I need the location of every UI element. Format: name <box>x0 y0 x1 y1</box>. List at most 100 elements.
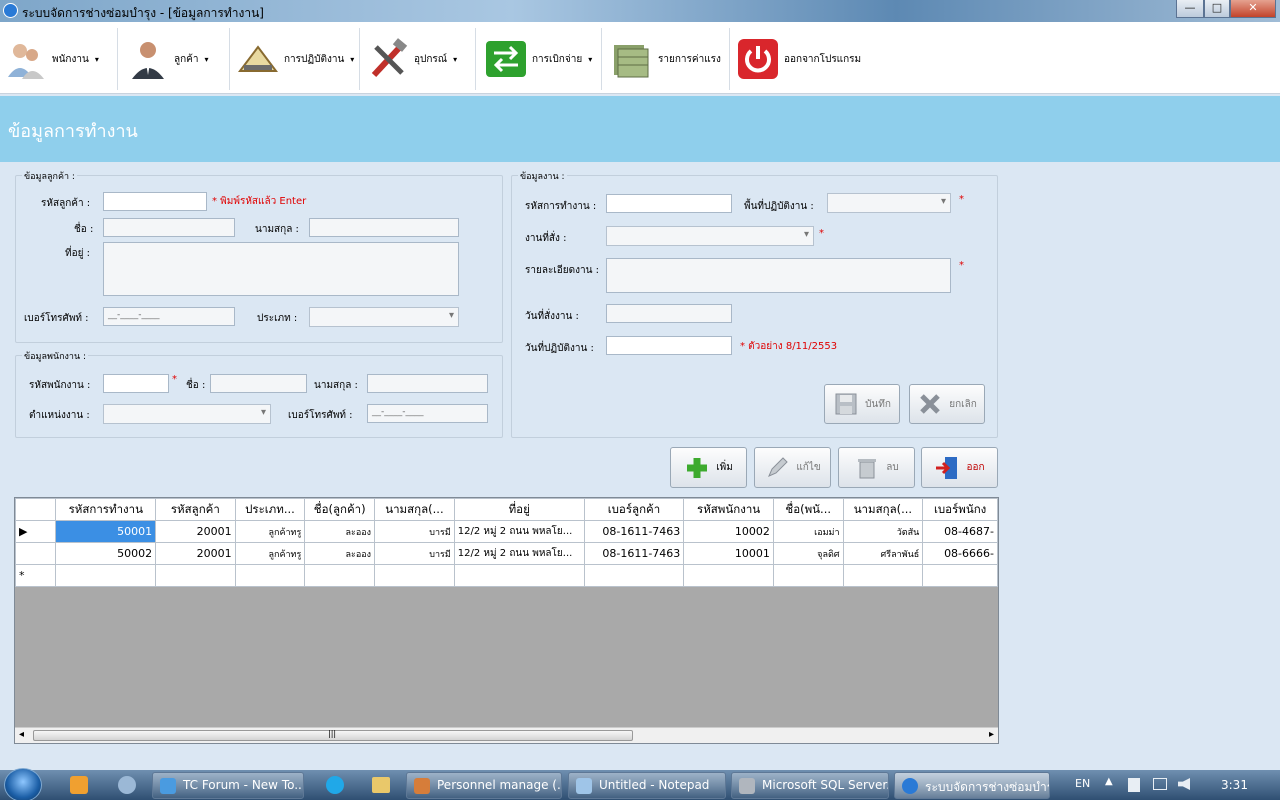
work-area-select[interactable] <box>827 193 951 213</box>
maximize-button[interactable]: □ <box>1204 0 1230 18</box>
table-cell[interactable] <box>304 564 376 587</box>
table-cell[interactable]: 50002 <box>55 542 157 565</box>
action-center-icon[interactable] <box>1128 778 1140 792</box>
taskbar-item-personnel[interactable]: Personnel manage (... <box>406 772 562 799</box>
close-button[interactable]: ✕ <box>1230 0 1276 18</box>
column-header[interactable]: ชื่อ(พนั... <box>772 498 844 521</box>
table-cell[interactable]: 08-1611-7463 <box>583 520 685 543</box>
table-cell[interactable]: บารมี <box>374 520 455 543</box>
column-header[interactable]: เบอร์ลูกค้า <box>583 498 685 521</box>
work-date-input[interactable] <box>606 336 732 355</box>
table-row[interactable]: 50002 20001 ลูกค้าทรู ละออง บารมี 12/2 ห… <box>15 542 998 565</box>
column-header[interactable]: เบอร์พนักง <box>922 498 998 521</box>
menu-customers[interactable]: ลูกค้า ▾ <box>122 28 230 90</box>
save-button[interactable]: บันทึก <box>824 384 900 424</box>
scroll-right-icon[interactable]: ▸ <box>989 729 994 740</box>
table-cell[interactable]: 20001 <box>155 542 236 565</box>
column-header[interactable]: รหัสพนักงาน <box>683 498 774 521</box>
cancel-button[interactable]: ยกเลิก <box>909 384 985 424</box>
table-cell[interactable]: 12/2 หมู่ 2 ถนน พหลโย... <box>453 520 585 543</box>
table-cell[interactable] <box>772 564 844 587</box>
employee-phone-input[interactable]: __-____-____ <box>367 404 488 423</box>
new-row-marker[interactable]: * <box>15 564 57 587</box>
customer-phone-input[interactable]: __-____-____ <box>103 307 235 326</box>
table-cell[interactable]: วัตสัน <box>842 520 924 543</box>
customer-type-select[interactable] <box>309 307 459 327</box>
table-cell[interactable] <box>374 564 455 587</box>
language-indicator[interactable]: EN <box>1075 777 1090 790</box>
table-cell[interactable]: ศรีลาพันธ์ <box>842 542 924 565</box>
scrollbar-thumb[interactable]: ||| <box>33 729 633 741</box>
table-cell[interactable]: 50001 <box>55 520 157 543</box>
horizontal-scrollbar[interactable]: ◂ ||| ▸ <box>15 727 998 743</box>
table-cell[interactable]: 08-6666- <box>922 542 998 565</box>
table-cell[interactable]: เอมม่า <box>772 520 844 543</box>
menu-disbursement[interactable]: การเบิกจ่าย ▾ <box>480 28 602 90</box>
customer-surname-input[interactable] <box>309 218 459 237</box>
exit-button[interactable]: ออก <box>921 447 998 488</box>
table-cell[interactable]: ละออง <box>304 520 376 543</box>
job-type-select[interactable] <box>606 226 814 246</box>
volume-icon[interactable] <box>1178 778 1190 790</box>
tray-chevron-icon[interactable]: ▲ <box>1105 776 1113 787</box>
table-cell[interactable] <box>55 564 157 587</box>
table-cell[interactable]: จุลดิศ <box>772 542 844 565</box>
current-row-marker[interactable]: ▶ <box>15 520 57 543</box>
media-player-icon[interactable] <box>70 776 88 794</box>
employee-id-input[interactable] <box>103 374 169 393</box>
table-cell[interactable]: 08-4687- <box>922 520 998 543</box>
table-cell[interactable] <box>922 564 998 587</box>
folder-icon[interactable] <box>372 777 390 793</box>
clock[interactable]: 3:31 <box>1221 778 1248 792</box>
row-header[interactable] <box>15 542 57 565</box>
users-icon[interactable] <box>118 776 136 794</box>
work-data-grid[interactable]: รหัสการทำงาน รหัสลูกค้า ประเภท... ชื่อ(ล… <box>14 497 999 744</box>
edit-button[interactable]: แก้ไข <box>754 447 831 488</box>
customer-address-input[interactable] <box>103 242 459 296</box>
menu-employees[interactable]: พนักงาน ▾ <box>0 28 118 90</box>
taskbar-item-current-app[interactable]: ระบบจัดการช่างซ่อมบำร... <box>894 772 1050 799</box>
taskbar-item-forum[interactable]: TC Forum - New To... <box>152 772 304 799</box>
new-row[interactable]: * <box>15 564 998 587</box>
menu-operations[interactable]: การปฏิบัติงาน ▾ <box>232 28 360 90</box>
column-header[interactable]: นามสกุล(... <box>374 498 455 521</box>
menu-equipment[interactable]: อุปกรณ์ ▾ <box>362 28 476 90</box>
table-cell[interactable] <box>453 564 585 587</box>
table-cell[interactable]: 10002 <box>683 520 774 543</box>
table-cell[interactable]: ลูกค้าทรู <box>234 542 306 565</box>
column-header[interactable]: รหัสการทำงาน <box>55 498 157 521</box>
employee-position-select[interactable] <box>103 404 271 424</box>
skype-icon[interactable] <box>326 776 344 794</box>
table-cell[interactable]: 20001 <box>155 520 236 543</box>
table-cell[interactable]: 08-1611-7463 <box>583 542 685 565</box>
minimize-button[interactable]: — <box>1176 0 1204 18</box>
job-detail-input[interactable] <box>606 258 951 293</box>
table-cell[interactable]: ลูกค้าทรู <box>234 520 306 543</box>
customer-id-input[interactable] <box>103 192 207 211</box>
table-cell[interactable]: บารมี <box>374 542 455 565</box>
employee-name-input[interactable] <box>210 374 307 393</box>
column-header[interactable]: รหัสลูกค้า <box>155 498 236 521</box>
column-header[interactable]: นามสกุล(... <box>842 498 924 521</box>
column-header[interactable]: ประเภท... <box>234 498 306 521</box>
menu-exit-program[interactable]: ออกจากโปรแกรม <box>732 28 882 90</box>
customer-name-input[interactable] <box>103 218 235 237</box>
table-cell[interactable] <box>683 564 774 587</box>
table-cell[interactable] <box>155 564 236 587</box>
taskbar-item-notepad[interactable]: Untitled - Notepad <box>568 772 726 799</box>
table-cell[interactable] <box>234 564 306 587</box>
scroll-left-icon[interactable]: ◂ <box>19 729 24 740</box>
table-cell[interactable]: 10001 <box>683 542 774 565</box>
table-cell[interactable]: ละออง <box>304 542 376 565</box>
work-id-input[interactable] <box>606 194 732 213</box>
column-header[interactable]: ชื่อ(ลูกค้า) <box>304 498 376 521</box>
delete-button[interactable]: ลบ <box>838 447 915 488</box>
employee-surname-input[interactable] <box>367 374 488 393</box>
menu-wage-list[interactable]: รายการค่าแรง <box>606 28 730 90</box>
table-cell[interactable]: 12/2 หมู่ 2 ถนน พหลโย... <box>453 542 585 565</box>
table-row[interactable]: ▶ 50001 20001 ลูกค้าทรู ละออง บารมี 12/2… <box>15 520 998 543</box>
taskbar-item-sql-server[interactable]: Microsoft SQL Server... <box>731 772 889 799</box>
table-cell[interactable] <box>842 564 924 587</box>
add-button[interactable]: เพิ่ม <box>670 447 747 488</box>
order-date-input[interactable] <box>606 304 732 323</box>
